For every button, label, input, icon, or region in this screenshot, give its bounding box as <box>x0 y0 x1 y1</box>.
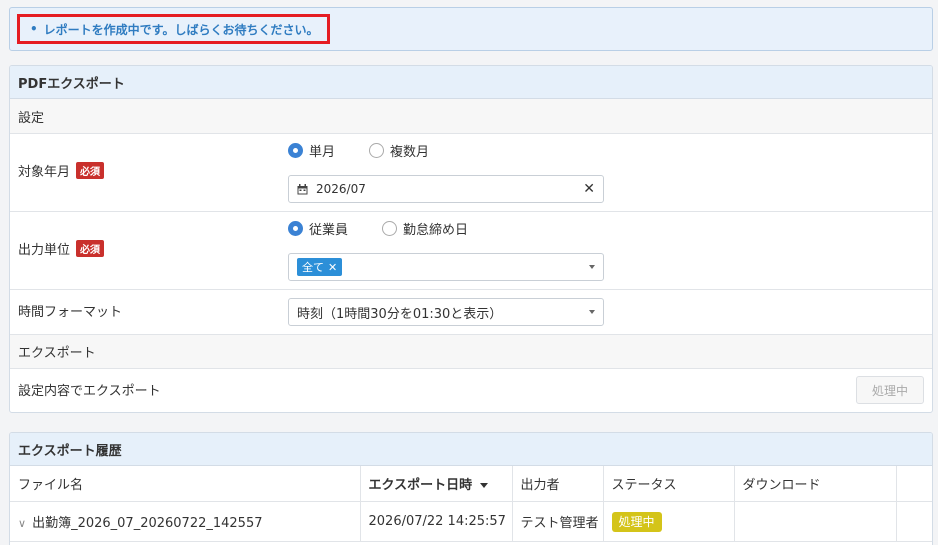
radio-multi-month[interactable]: 複数月 <box>369 141 429 160</box>
cell-output-user: テスト管理者 <box>512 501 604 542</box>
history-table: ファイル名 エクスポート日時 出力者 ステータス ダウンロード ∨ 出勤簿_202… <box>10 466 932 542</box>
radio-single-month[interactable]: 単月 <box>288 141 335 160</box>
history-title: エクスポート履歴 <box>10 433 932 466</box>
employee-multiselect[interactable]: 全て ✕ <box>288 253 604 281</box>
cell-extra <box>896 501 932 542</box>
settings-section-header: 設定 <box>10 99 932 134</box>
cell-status: 処理中 <box>603 501 735 542</box>
notice-bullet: • <box>30 22 38 36</box>
clear-icon[interactable]: ✕ <box>583 181 595 197</box>
selected-tag[interactable]: 全て ✕ <box>297 258 343 276</box>
export-section-header: エクスポート <box>10 335 932 369</box>
sort-desc-icon <box>480 482 489 488</box>
output-unit-row: 出力単位 必須 従業員 勤怠締め日 全て ✕ <box>10 212 932 290</box>
table-header-row: ファイル名 エクスポート日時 出力者 ステータス ダウンロード <box>10 466 932 502</box>
output-unit-label: 出力単位 必須 <box>18 239 105 258</box>
chevron-down-icon[interactable]: ∨ <box>18 517 26 530</box>
notice-banner: • レポートを作成中です。しばらくお待ちください。 <box>9 7 933 51</box>
pdf-export-panel: PDFエクスポート 設定 対象年月 必須 単月 複数月 2026/07 ✕ 出力… <box>9 65 933 413</box>
target-month-label: 対象年月 必須 <box>18 161 105 180</box>
chevron-down-icon[interactable] <box>589 310 595 314</box>
date-input[interactable]: 2026/07 ✕ <box>288 175 604 203</box>
cell-file-name: ∨ 出勤簿_2026_07_20260722_142557 <box>10 501 361 542</box>
cell-export-datetime: 2026/07/22 14:25:57 <box>360 501 513 542</box>
required-badge: 必須 <box>76 240 105 257</box>
radio-employee[interactable]: 従業員 <box>288 219 348 238</box>
col-status[interactable]: ステータス <box>603 466 735 502</box>
radio-unchecked-icon[interactable] <box>369 143 385 158</box>
time-format-label: 時間フォーマット <box>18 305 123 320</box>
radio-checked-icon[interactable] <box>288 143 303 158</box>
tag-remove-icon[interactable]: ✕ <box>328 261 337 274</box>
col-file-name[interactable]: ファイル名 <box>10 466 361 502</box>
table-row[interactable]: ∨ 出勤簿_2026_07_20260722_142557 2026/07/22 … <box>10 501 932 542</box>
date-value: 2026/07 <box>316 182 366 196</box>
col-export-datetime[interactable]: エクスポート日時 <box>360 466 513 502</box>
col-extra <box>896 466 932 502</box>
calendar-icon <box>297 183 308 194</box>
export-history-panel: エクスポート履歴 ファイル名 エクスポート日時 出力者 ステータス ダウンロード… <box>9 432 933 545</box>
export-processing-button[interactable]: 処理中 <box>856 376 924 404</box>
export-label: 設定内容でエクスポート <box>18 384 161 399</box>
required-badge: 必須 <box>76 162 105 179</box>
col-output-user[interactable]: 出力者 <box>512 466 604 502</box>
target-month-radios: 単月 複数月 <box>288 141 463 160</box>
col-download[interactable]: ダウンロード <box>734 466 897 502</box>
notice-highlight: • レポートを作成中です。しばらくお待ちください。 <box>17 14 330 44</box>
time-format-row: 時間フォーマット 時刻（1時間30分を01:30と表示） <box>10 290 932 335</box>
output-unit-radios: 従業員 勤怠締め日 <box>288 219 502 238</box>
chevron-down-icon[interactable] <box>589 265 595 269</box>
radio-closing-date[interactable]: 勤怠締め日 <box>382 219 468 238</box>
time-format-value: 時刻（1時間30分を01:30と表示） <box>297 306 503 322</box>
notice-text: レポートを作成中です。しばらくお待ちください。 <box>43 22 319 37</box>
status-badge: 処理中 <box>611 511 662 532</box>
target-month-row: 対象年月 必須 単月 複数月 2026/07 ✕ <box>10 134 932 212</box>
radio-checked-icon[interactable] <box>288 221 303 236</box>
time-format-select[interactable]: 時刻（1時間30分を01:30と表示） <box>288 298 604 326</box>
cell-download <box>734 501 897 542</box>
radio-unchecked-icon[interactable] <box>382 221 398 236</box>
export-row: 設定内容でエクスポート 処理中 <box>10 369 932 412</box>
panel-title: PDFエクスポート <box>10 66 932 99</box>
